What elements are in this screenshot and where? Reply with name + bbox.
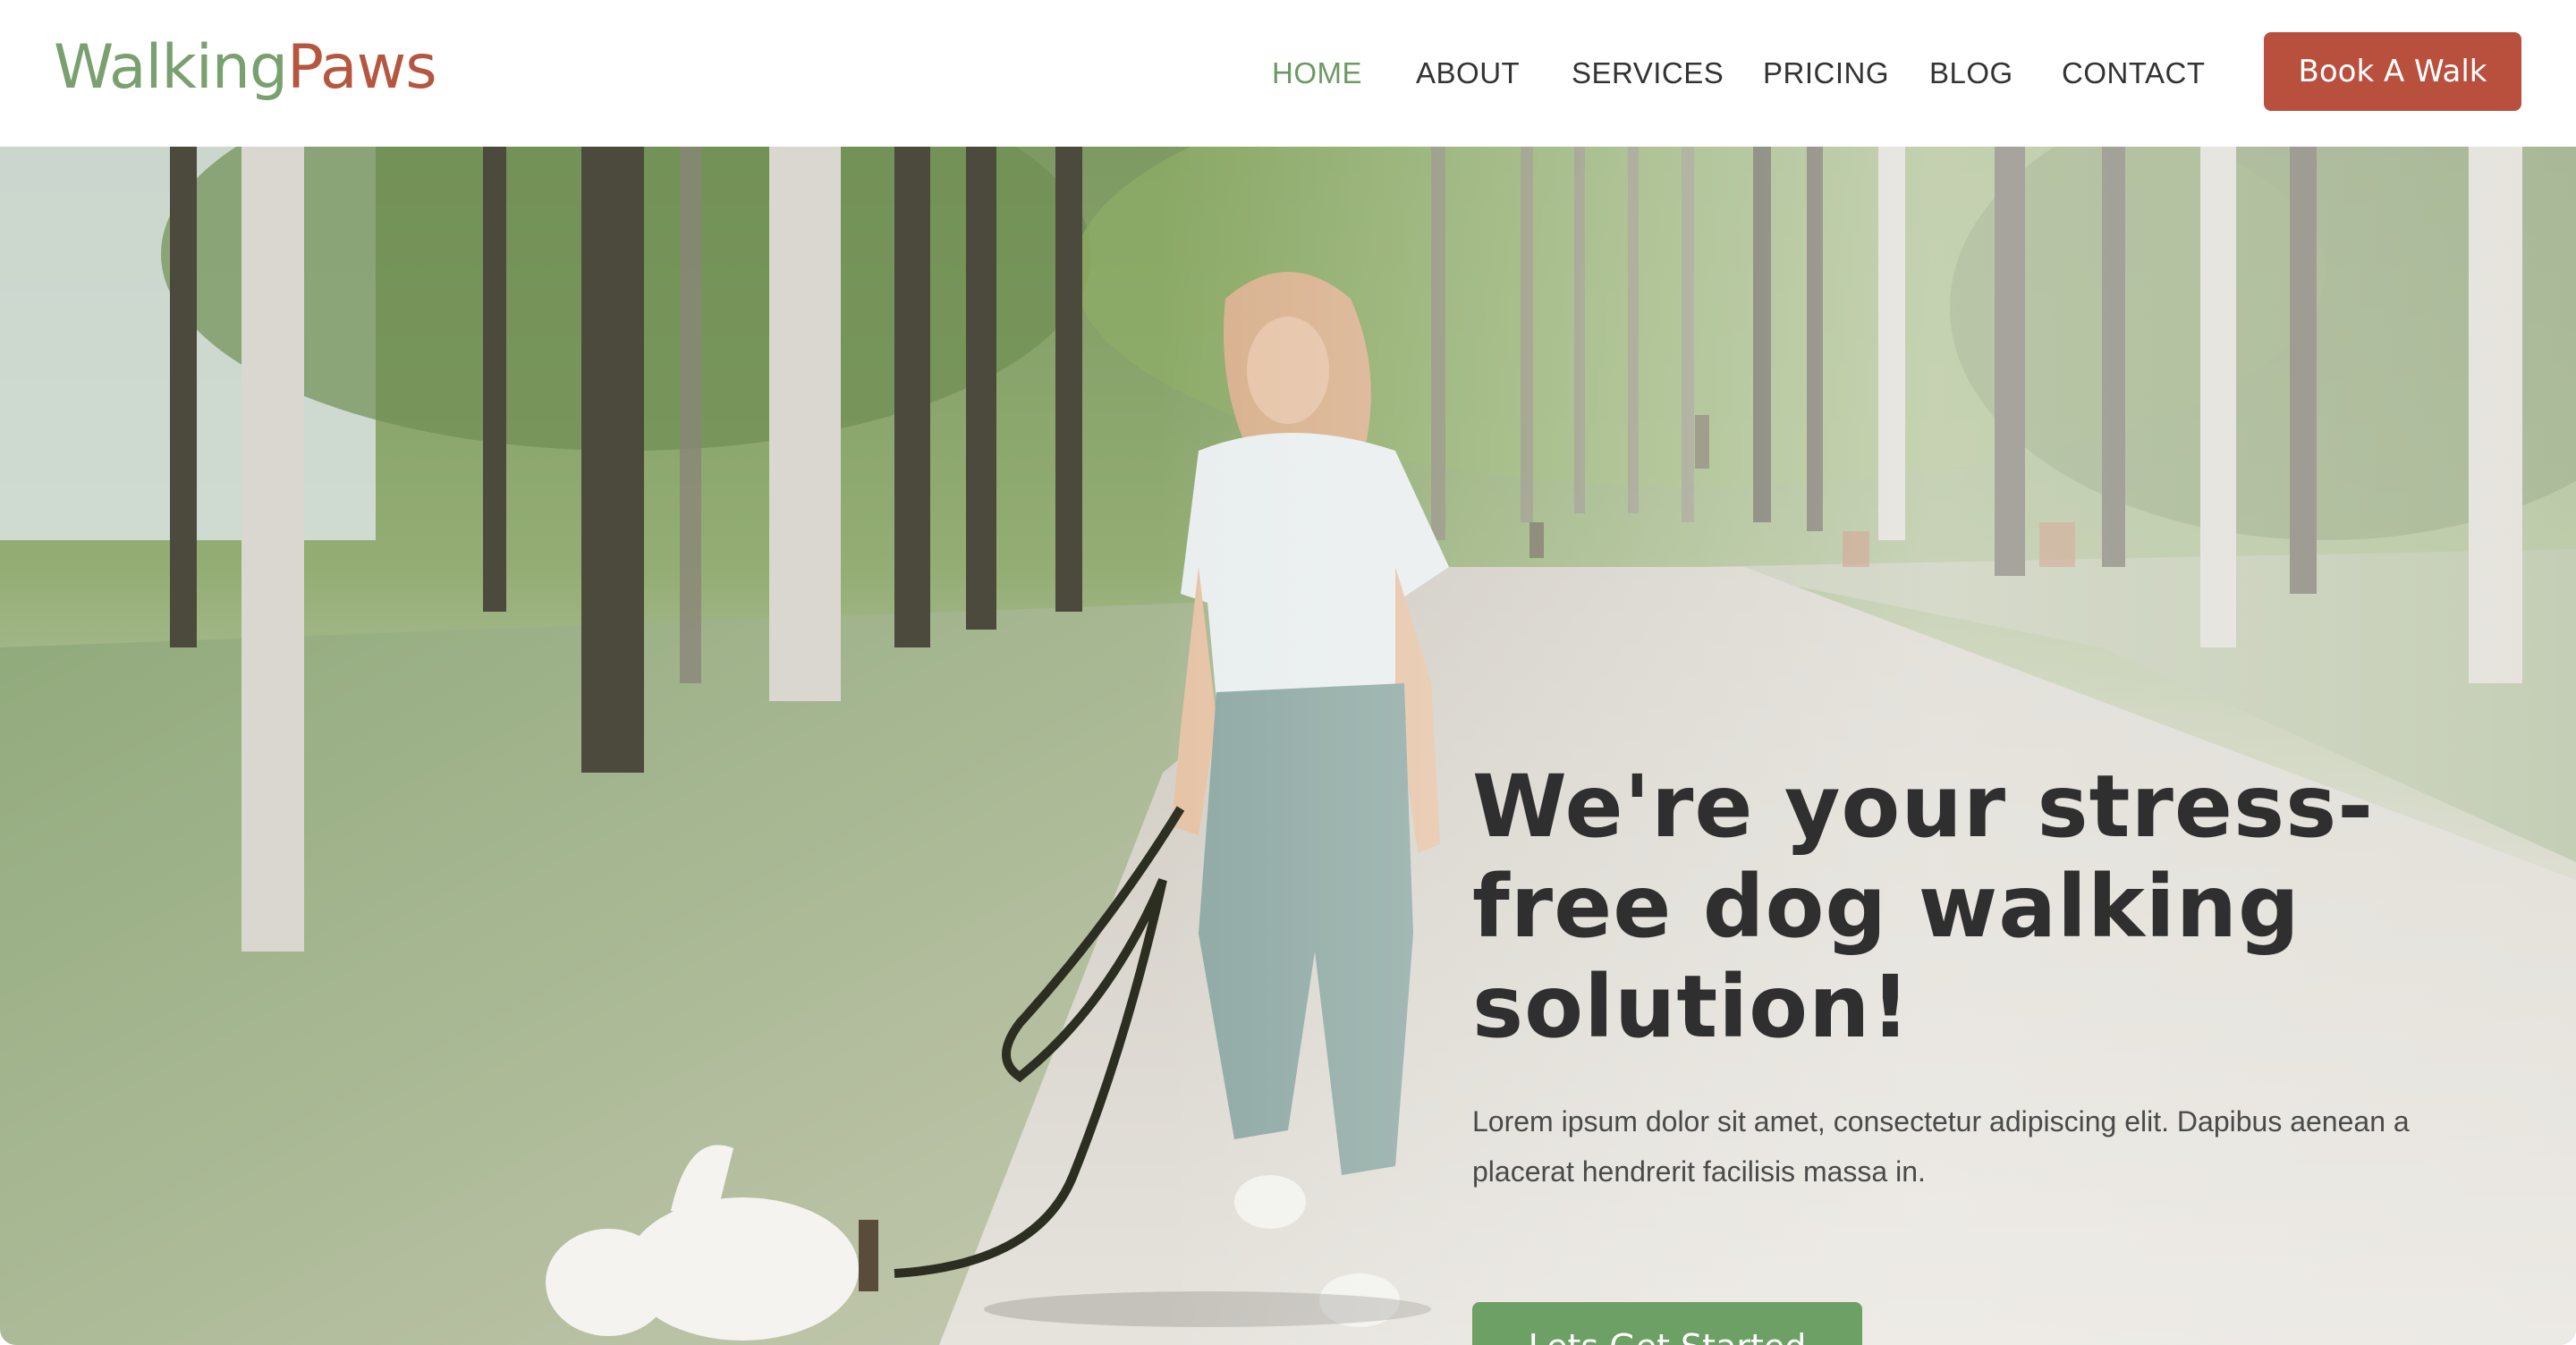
nav-item-about[interactable]: ABOUT xyxy=(1416,56,1520,90)
browser-viewport: Walking Paws HOME ABOUT SERVICES PRICING … xyxy=(0,0,2576,1345)
nav-item-contact[interactable]: CONTACT xyxy=(2062,56,2206,90)
logo-text-walking: Walking xyxy=(54,32,288,103)
site-header: Walking Paws HOME ABOUT SERVICES PRICING … xyxy=(0,0,2576,147)
site-logo[interactable]: Walking Paws xyxy=(54,32,437,113)
nav-item-services[interactable]: SERVICES xyxy=(1572,56,1724,90)
book-a-walk-button[interactable]: Book A Walk xyxy=(2264,32,2521,111)
nav-item-blog[interactable]: BLOG xyxy=(1929,56,2013,90)
nav-item-pricing[interactable]: PRICING xyxy=(1763,56,1889,90)
logo-text-paws: Paws xyxy=(286,32,437,103)
lets-get-started-button[interactable]: Lets Get Started xyxy=(1472,1302,1862,1345)
hero-content: We're your stress-free dog walking solut… xyxy=(1472,757,2474,1345)
hero-subtext: Lorem ipsum dolor sit amet, consectetur … xyxy=(1472,1105,2410,1188)
hero-headline: We're your stress-free dog walking solut… xyxy=(1472,757,2375,1057)
nav-item-home[interactable]: HOME xyxy=(1272,56,1362,90)
hero-section: We're your stress-free dog walking solut… xyxy=(0,147,2576,1345)
